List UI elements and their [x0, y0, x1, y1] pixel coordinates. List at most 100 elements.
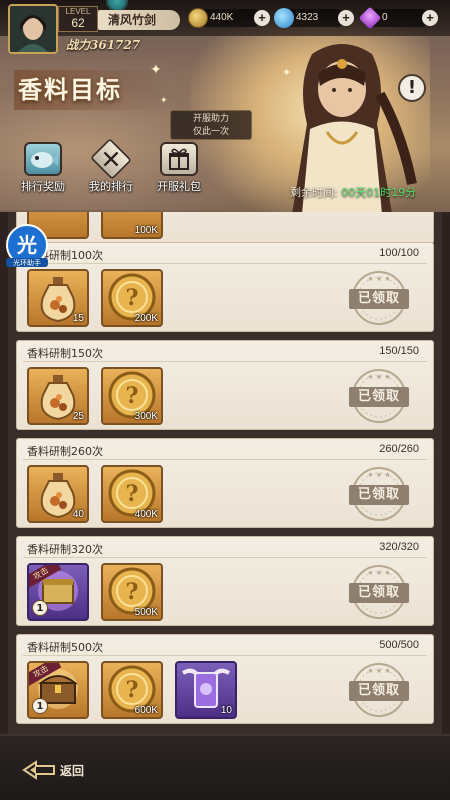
reward-list[interactable]: 100K 香料研制100次 100/100 15? 200K ★ ★ ★ 已领取 香料研制1… — [0, 212, 450, 734]
claimed-stamp: ★ ★ ★ 已领取 — [343, 661, 415, 719]
gold-coin-icon[interactable]: ? 400K — [101, 465, 163, 523]
level-label: LEVEL — [65, 7, 91, 16]
svg-text:光环助手: 光环助手 — [13, 258, 41, 267]
svg-text:★ ★ ★: ★ ★ ★ — [367, 569, 390, 577]
gold-coin-icon[interactable]: ? 600K — [101, 661, 163, 719]
level-tag: LEVEL 62 — [58, 6, 98, 32]
reward-row-progress: 260/260 — [379, 443, 419, 455]
countdown-label: 剩余时间: — [290, 186, 338, 199]
gold-coin-icon — [188, 8, 208, 28]
svg-text:★ ★ ★: ★ ★ ★ — [367, 275, 390, 283]
row-divider — [23, 557, 427, 558]
list-item: 100K — [16, 212, 434, 244]
player-avatar[interactable] — [8, 4, 58, 54]
reward-row-progress: 500/500 — [379, 639, 419, 651]
diamond-counter: 0 + — [358, 6, 438, 30]
item-count: 200K — [134, 313, 158, 324]
gem-counter: 4323 + — [274, 8, 354, 28]
help-button[interactable]: ! — [398, 74, 426, 102]
my-rank-button[interactable]: 我的排行 — [82, 138, 140, 194]
item-count: 400K — [134, 509, 158, 520]
gift-icon — [160, 142, 198, 176]
row-divider — [23, 459, 427, 460]
reward-row-progress: 150/150 — [379, 345, 419, 357]
reward-row: 香料研制260次 260/260 40? 400K ★ ★ ★ 已领取 — [16, 438, 434, 528]
svg-text:?: ? — [126, 285, 139, 311]
row-divider — [23, 655, 427, 656]
claimed-stamp: ★ ★ ★ 已领取 — [343, 465, 415, 523]
spice-bottle-icon[interactable]: 25 — [27, 367, 89, 425]
back-label: 返回 — [60, 763, 85, 778]
item-count: 15 — [72, 313, 84, 324]
item-count: 300K — [134, 411, 158, 422]
assist-line-2: 仅此一次 — [192, 127, 229, 137]
add-gold-button[interactable]: + — [254, 10, 270, 26]
gold-counter: 440K + — [188, 8, 270, 28]
footer-bar: 返回 — [0, 734, 450, 800]
countdown-value: 00天01时19分 — [341, 186, 417, 199]
item-count: 10 — [220, 705, 232, 716]
halo-assistant-badge[interactable]: 光 光环助手 — [4, 222, 50, 268]
crossed-swords-icon — [90, 138, 132, 180]
event-title: 香料目标 — [14, 70, 164, 110]
event-banner: LEVEL 62 清风竹剑 战力361727 440K + 4323 + 0 +… — [0, 0, 450, 212]
add-gems-button[interactable]: + — [338, 10, 354, 26]
claimed-label: 已领取 — [349, 485, 409, 505]
fish-icon — [24, 142, 62, 176]
reward-row-title: 香料研制320次 — [27, 543, 103, 556]
countdown: 剩余时间: 00天01时19分 — [290, 184, 416, 200]
svg-text:?: ? — [126, 677, 139, 703]
svg-text:★ ★ ★: ★ ★ ★ — [367, 471, 390, 479]
reward-row-title: 香料研制260次 — [27, 445, 103, 458]
row-divider — [23, 361, 427, 362]
rank-rewards-button[interactable]: 排行奖励 — [14, 142, 72, 194]
claimed-label: 已领取 — [349, 681, 409, 701]
sparkle-icon: ✦ — [160, 96, 168, 106]
gold-coin-icon[interactable]: ? 500K — [101, 563, 163, 621]
add-diamonds-button[interactable]: + — [422, 10, 438, 26]
svg-text:?: ? — [126, 383, 139, 409]
item-count: 25 — [72, 411, 84, 422]
item-count: 500K — [134, 607, 158, 618]
reward-row-progress: 100/100 — [379, 247, 419, 259]
item-count: 600K — [134, 705, 158, 716]
item-count: 1 — [32, 600, 48, 616]
treasure-box-icon[interactable]: 攻击 1 — [27, 563, 89, 621]
reward-row: 香料研制150次 150/150 25? 300K ★ ★ ★ 已领取 — [16, 340, 434, 430]
item-count: 40 — [72, 509, 84, 520]
sparkle-icon: ✦ — [282, 66, 292, 79]
svg-text:?: ? — [126, 481, 139, 507]
treasure-chest-icon[interactable]: 攻击 1 — [27, 661, 89, 719]
svg-text:★ ★ ★: ★ ★ ★ — [367, 667, 390, 675]
gold-coin-icon[interactable]: ? 300K — [101, 367, 163, 425]
svg-text:光: 光 — [16, 233, 37, 257]
opening-gift-button[interactable]: 开服礼包 — [150, 142, 208, 194]
reward-row: 香料研制320次 320/320 攻击 1? 500K ★ ★ ★ 已领取 — [16, 536, 434, 626]
reward-row: 香料研制500次 500/500 攻击 1? 600K 10 ★ ★ ★ 已领取 — [16, 634, 434, 724]
combat-power: 战力361727 — [66, 38, 141, 52]
gold-coin-icon[interactable]: ? 200K — [101, 269, 163, 327]
spice-bottle-icon[interactable]: 40 — [27, 465, 89, 523]
opening-gift-label: 开服礼包 — [157, 180, 201, 193]
row-divider — [23, 263, 427, 264]
reward-row-title: 香料研制150次 — [27, 347, 103, 360]
reward-row-progress: 320/320 — [379, 541, 419, 553]
winged-card-icon[interactable]: 10 — [175, 661, 237, 719]
back-arrow-icon — [22, 760, 55, 780]
avatar-portrait-icon — [10, 6, 56, 52]
item-count: 100K — [134, 225, 158, 236]
svg-text:★ ★ ★: ★ ★ ★ — [367, 373, 390, 381]
svg-text:?: ? — [126, 579, 139, 605]
assist-notice: 开服助力 仅此一次 — [170, 110, 252, 140]
gold-coin-icon[interactable]: 100K — [101, 212, 163, 239]
claimed-stamp: ★ ★ ★ 已领取 — [343, 269, 415, 327]
assist-line-1: 开服助力 — [192, 114, 229, 124]
back-button[interactable]: 返回 — [22, 758, 84, 782]
blue-gem-icon — [274, 8, 294, 28]
claimed-label: 已领取 — [349, 583, 409, 603]
rank-rewards-label: 排行奖励 — [21, 180, 65, 193]
item-count: 1 — [32, 698, 48, 714]
gold-value: 440K — [210, 12, 234, 23]
spice-bottle-icon[interactable]: 15 — [27, 269, 89, 327]
player-name: 清风竹剑 — [98, 10, 180, 30]
